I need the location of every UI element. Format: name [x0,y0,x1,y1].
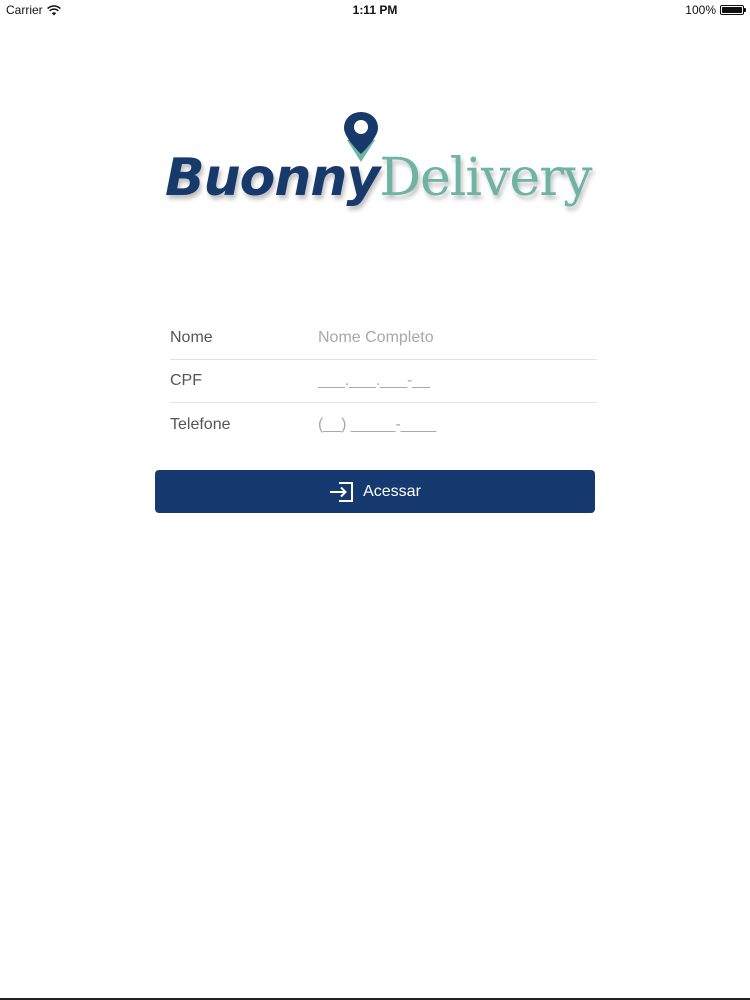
logo-wordmark: BuonnyDelivery [165,148,592,208]
battery-icon [720,5,746,15]
logo-buonny: Buonny [165,148,380,208]
telefone-row: Telefone [170,403,597,446]
status-bar: Carrier 1:11 PM 100% [0,0,750,20]
telefone-input[interactable] [318,415,597,434]
login-icon [330,481,354,502]
battery-level [722,7,742,13]
battery-tip [744,8,746,12]
nome-row: Nome [170,317,597,360]
acessar-label: Acessar [363,482,421,500]
logo-delivery: Delivery [379,148,592,208]
status-right: 100% [685,3,746,17]
login-screen: Carrier 1:11 PM 100% BuonnyDelivery Nome… [0,0,750,1000]
nome-input[interactable] [318,329,597,347]
cpf-input[interactable] [318,372,597,390]
cpf-label: CPF [170,372,202,389]
acessar-button[interactable]: Acessar [155,470,595,513]
status-time: 1:11 PM [352,3,398,17]
buonny-delivery-logo: BuonnyDelivery [165,108,595,228]
battery-percentage: 100% [685,3,716,17]
telefone-label: Telefone [170,415,231,433]
cpf-row: CPF [170,360,597,403]
login-form: Nome CPF Telefone [170,317,597,446]
nome-label: Nome [170,329,213,346]
